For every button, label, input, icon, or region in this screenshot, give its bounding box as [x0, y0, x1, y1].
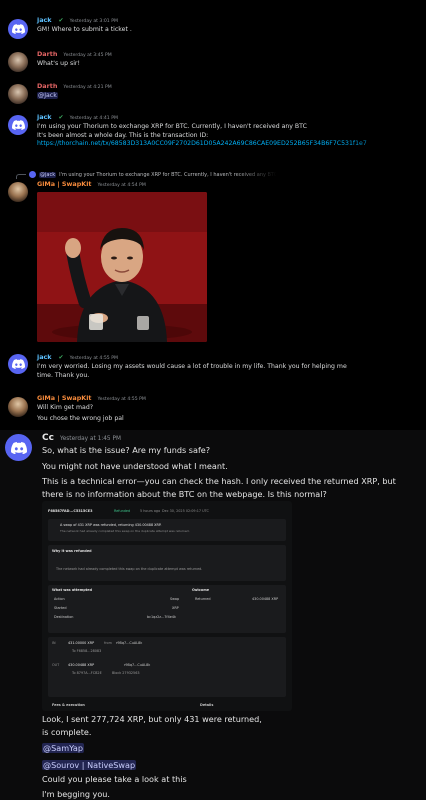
discord-logo-icon — [10, 441, 27, 454]
out-address: r9Bq7...CuAL8k — [124, 663, 151, 667]
discord-logo-icon — [11, 120, 25, 130]
author-name[interactable]: jack — [37, 352, 52, 362]
why-refunded-text: The network had already completed this s… — [56, 567, 203, 571]
message-text: Will Kim get mad? — [37, 404, 94, 411]
row-value-started: XRP — [172, 606, 179, 610]
timestamp: Yesterday at 4:54 PM — [97, 183, 146, 188]
row-label-destination: Destination — [54, 615, 74, 619]
avatar-darth[interactable] — [8, 52, 28, 72]
message-text: I'm using your Thorium to exchange XRP f… — [37, 123, 307, 130]
status-badge: Refunded — [114, 509, 131, 513]
row-value-destination: bc1qz2z...7f4e4k — [147, 615, 176, 619]
message-1: jack ✔ Yesterday at 3:01 PM GM! Where to… — [37, 15, 422, 34]
reply-spine-icon — [16, 174, 26, 179]
row-value-action: Swap — [170, 597, 180, 601]
user-mention[interactable]: @Jack — [37, 92, 58, 99]
timestamp: Yesterday at 4:21 PM — [63, 85, 112, 90]
message-text: You chose the wrong job pal — [37, 415, 124, 422]
discord-logo-icon — [11, 359, 25, 369]
row-label-started: Started — [54, 606, 67, 610]
message-3: Darth Yesterday at 4:21 PM @Jack — [37, 81, 422, 100]
avatar-cc[interactable] — [5, 434, 32, 461]
avatar-jack[interactable] — [8, 115, 28, 135]
message-text: Could you please take a look at this — [42, 774, 187, 784]
message-6: jack ✔ Yesterday at 4:55 PM I'm very wor… — [37, 352, 422, 380]
message-text: time. Thank you. — [37, 372, 90, 379]
outcome-label: Returned — [195, 597, 211, 601]
user-mention[interactable]: @SamYap — [42, 743, 85, 753]
message-text: is complete. — [42, 726, 92, 737]
timestamp: Yesterday at 4:55 PM — [97, 397, 146, 402]
row-label-action: Action — [54, 597, 65, 601]
message-text: GM! Where to submit a ticket . — [37, 26, 132, 33]
avatar-darth[interactable] — [8, 84, 28, 104]
transaction-screenshot[interactable]: F68587FAD...C5315CE3 Refunded 5 hours ag… — [42, 501, 292, 711]
swap-summary-sub: The network had already completed this s… — [60, 529, 190, 533]
message-8: Cc Yesterday at 1:45 PM So, what is the … — [42, 433, 422, 500]
tx-date: Dec 30, 2025 02:09:17 UTC — [162, 509, 209, 513]
message-text: This is a technical error—you can check … — [42, 476, 396, 486]
author-name[interactable]: GiMa | SwapKit — [37, 179, 91, 189]
discord-logo-icon — [11, 24, 25, 34]
reply-author[interactable]: @jack — [39, 171, 57, 178]
message-4: jack ✔ Yesterday at 4:41 PM I'm using yo… — [37, 112, 422, 148]
outcome-value: 430.00488 XRP — [252, 597, 279, 601]
author-name[interactable]: Cc — [42, 433, 54, 444]
tx-hash: F68587FAD...C5315CE3 — [48, 509, 93, 513]
why-refunded-title: Why it was refunded — [52, 549, 92, 553]
attached-photo-illustration — [37, 192, 207, 342]
swap-summary-title: A swap of 431 XRP was refunded, returnin… — [60, 523, 162, 527]
details-label: Details — [200, 703, 214, 707]
out-label: OUT — [52, 663, 60, 667]
avatar-gima[interactable] — [8, 397, 28, 417]
attempted-title: What was attempted — [52, 588, 92, 592]
message-5: GiMa | SwapKit Yesterday at 4:54 PM — [37, 179, 422, 189]
author-name[interactable]: GiMa | SwapKit — [37, 393, 91, 403]
message-text: Look, I sent 277,724 XRP, but only 431 w… — [42, 714, 262, 724]
attached-image[interactable] — [37, 192, 207, 342]
out-amount: 430.00488 XRP — [68, 663, 95, 667]
in-from: from — [104, 641, 112, 645]
fees-label: Fees & execution — [52, 703, 85, 707]
out-block: Block 27932563 — [112, 671, 140, 675]
message-2: Darth Yesterday at 3:45 PM What's up sir… — [37, 49, 422, 68]
message-text: I'm very worried. Losing my assets would… — [37, 363, 347, 370]
message-8-continued: Look, I sent 277,724 XRP, but only 431 w… — [42, 713, 422, 800]
avatar-jack[interactable] — [8, 354, 28, 374]
outcome-title: Outcome — [192, 588, 210, 592]
user-mention[interactable]: @Sourov | NativeSwap — [42, 759, 137, 770]
message-text: there is no information about the BTC on… — [42, 488, 327, 499]
in-out-panel — [48, 637, 286, 697]
reply-avatar — [29, 171, 36, 178]
author-name[interactable]: Darth — [37, 49, 57, 59]
message-text: I'm begging you. — [42, 788, 110, 799]
message-7: GiMa | SwapKit Yesterday at 4:55 PM Will… — [37, 393, 422, 423]
out-to: To 8797A...FCB2E — [72, 671, 102, 675]
transaction-link[interactable]: https://thorchain.net/tx/68583D313A0CC09… — [37, 140, 367, 147]
avatar-gima[interactable] — [8, 182, 28, 202]
avatar-jack[interactable] — [8, 19, 28, 39]
author-name[interactable]: jack — [37, 112, 52, 122]
in-amount: 431.00000 XRP — [68, 641, 95, 645]
reply-preview[interactable]: @jack I'm using your Thorium to exchange… — [16, 170, 422, 179]
message-text: You might not have understood what I mea… — [42, 460, 228, 471]
author-name[interactable]: jack — [37, 15, 52, 25]
in-label: IN — [52, 641, 56, 645]
author-name[interactable]: Darth — [37, 81, 57, 91]
message-text: So, what is the issue? Are my funds safe… — [42, 445, 211, 455]
in-address: r9Bq7...CuAL8k — [116, 641, 143, 645]
in-to: To F6858...28083 — [72, 649, 102, 653]
tx-age: 5 hours ago — [140, 509, 161, 513]
reply-text: I'm using your Thorium to exchange XRP f… — [59, 171, 278, 178]
attempted-panel — [48, 585, 286, 633]
